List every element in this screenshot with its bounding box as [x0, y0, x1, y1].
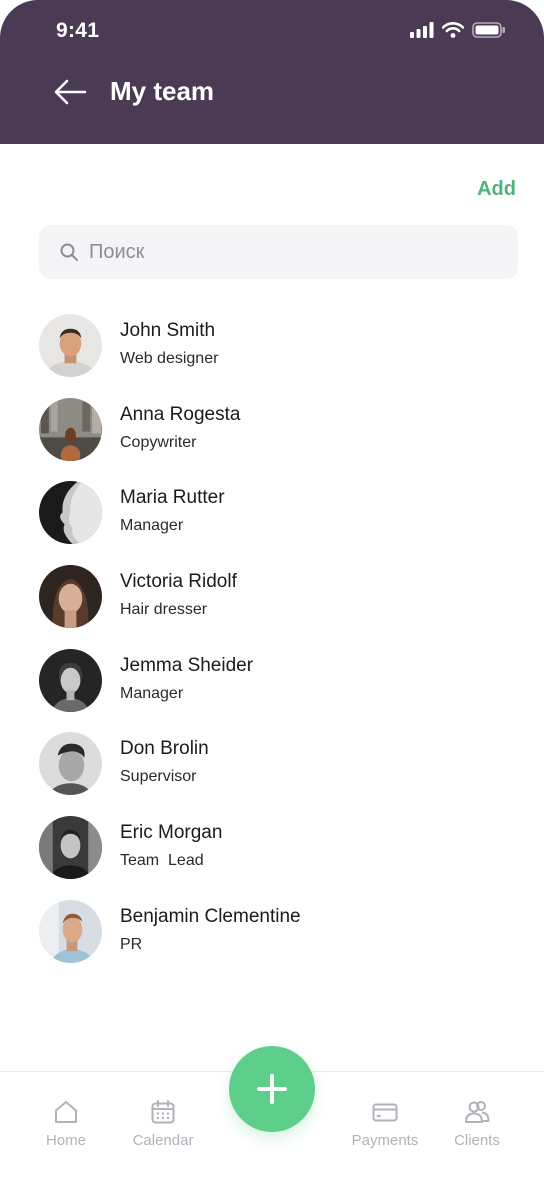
avatar [39, 899, 102, 963]
app-header: 9:41 My team [0, 0, 544, 144]
search-input[interactable] [87, 239, 491, 265]
tab-home[interactable]: Home [16, 1098, 116, 1149]
team-member-item[interactable]: Don Brolin Supervisor [0, 730, 544, 814]
tab-label: Clients [454, 1132, 500, 1149]
calendar-icon [151, 1100, 175, 1124]
tab-payments[interactable]: Payments [335, 1098, 435, 1149]
member-role: Copywriter [120, 433, 197, 451]
tab-clients[interactable]: Clients [427, 1098, 527, 1149]
status-time: 9:41 [56, 19, 100, 42]
member-role: Supervisor [120, 768, 197, 786]
member-role: PR [120, 935, 143, 953]
member-role: Web designer [120, 350, 219, 367]
page-title: My team [110, 76, 215, 106]
tab-label: Payments [351, 1132, 419, 1149]
team-member-item[interactable]: Eric Morgan Team Lead [0, 814, 544, 898]
back-button[interactable] [52, 76, 88, 108]
avatar [39, 481, 102, 545]
team-member-item[interactable]: Jemma Sheider Manager [0, 647, 544, 731]
search-icon [60, 243, 78, 261]
search-bar[interactable] [39, 225, 518, 279]
team-member-item[interactable]: Maria Rutter Manager [0, 479, 544, 563]
tab-label: Home [45, 1132, 86, 1149]
card-icon [372, 1103, 398, 1122]
add-fab-button[interactable] [229, 1046, 315, 1132]
member-role: Manager [120, 684, 184, 702]
status-icons [410, 22, 506, 38]
member-name: John Smith [120, 320, 216, 341]
team-list: John Smith Web designer Anna Rogesta Cop… [0, 312, 544, 982]
team-member-item[interactable]: Benjamin Clementine PR [0, 898, 544, 982]
users-icon [465, 1101, 490, 1123]
plus-icon [257, 1074, 287, 1104]
member-name: Maria Rutter [120, 487, 225, 509]
tab-calendar[interactable]: Calendar [113, 1098, 213, 1149]
tab-label: Calendar [132, 1132, 194, 1149]
team-member-item[interactable]: Victoria Ridolf Hair dresser [0, 563, 544, 647]
member-role: Manager [120, 517, 184, 535]
battery-icon [472, 22, 505, 38]
team-member-item[interactable]: Anna Rogesta Copywriter [0, 396, 544, 480]
home-icon [55, 1101, 77, 1123]
member-name: Anna Rogesta [120, 403, 241, 425]
member-name: Jemma Sheider [120, 654, 254, 676]
avatar [39, 732, 102, 796]
arrow-left-icon [54, 79, 87, 105]
member-name: Victoria Ridolf [120, 571, 237, 593]
member-name: Eric Morgan [120, 822, 223, 844]
member-role: Hair dresser [120, 601, 208, 619]
avatar [39, 397, 102, 461]
member-name: Benjamin Clementine [120, 905, 301, 927]
member-name: Don Brolin [120, 738, 209, 760]
add-member-button[interactable]: Add [477, 178, 516, 201]
avatar [39, 816, 102, 880]
signal-icon [410, 22, 434, 38]
member-role: Team Lead [120, 852, 204, 870]
avatar [39, 565, 102, 629]
wifi-icon [442, 22, 464, 38]
avatar [39, 648, 102, 712]
avatar [39, 314, 102, 377]
team-member-item[interactable]: John Smith Web designer [0, 312, 544, 396]
